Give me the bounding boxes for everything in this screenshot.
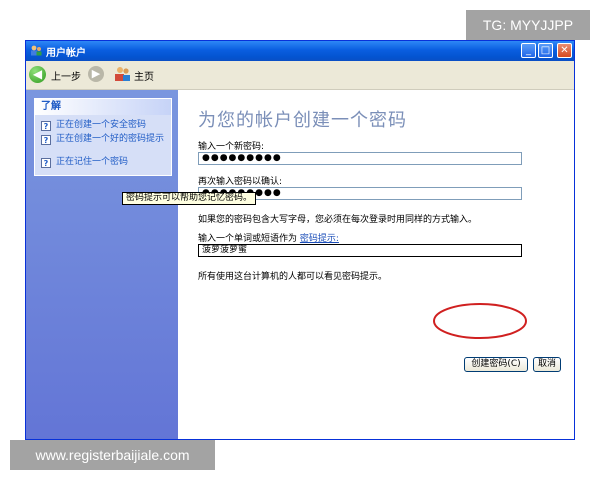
users-app-icon	[31, 45, 42, 56]
help-item-label: 正在创建一个好的密码提示	[56, 134, 165, 144]
forward-arrow-icon[interactable]: ▶	[88, 66, 104, 82]
password-hint-prompt: 输入一个单词或短语作为	[198, 234, 298, 244]
main-content: 为您的帐户创建一个密码 输入一个新密码: ●●●●●●●●● 再次输入密码以确认…	[178, 90, 574, 439]
maximize-button[interactable]: □	[538, 43, 553, 58]
help-item-label: 正在创建一个安全密码	[56, 120, 147, 130]
password-hint-field[interactable]: 菠萝菠萝蜜	[198, 244, 522, 257]
help-icon: ?	[41, 121, 51, 131]
password-hint-tooltip: 密码提示可以帮助您记忆密码。	[122, 192, 257, 205]
navigation-bar: ◀ 上一步 ▶ 主页	[26, 61, 574, 90]
minimize-button[interactable]: _	[521, 43, 536, 58]
password-hint-link[interactable]: 密码提示:	[300, 234, 339, 244]
learn-about-panel: 了解 ? 正在创建一个安全密码 ? 正在创建一个好的密码提示 ? 正在记住一个密…	[34, 98, 172, 176]
cancel-button[interactable]: 取消	[533, 357, 561, 372]
learn-about-title: 了解	[35, 99, 171, 115]
watermark: www.registerbaijiale.com	[10, 440, 215, 470]
confirm-password-label: 再次输入密码以确认:	[198, 177, 283, 187]
sidebar: 了解 ? 正在创建一个安全密码 ? 正在创建一个好的密码提示 ? 正在记住一个密…	[26, 90, 178, 439]
case-sensitivity-note: 如果您的密码包含大写字母，您必须在每次登录时用同样的方式输入。	[198, 215, 478, 225]
password-hint-label: 输入一个单词或短语作为 密码提示:	[198, 231, 339, 244]
back-label: 上一步	[51, 72, 81, 83]
title-bar: 用户帐户 _ □ ✕	[26, 41, 574, 61]
close-button[interactable]: ✕	[557, 43, 572, 58]
help-icon: ?	[41, 158, 51, 168]
window-title: 用户帐户	[46, 48, 86, 59]
create-password-button[interactable]: 创建密码(C)	[464, 357, 528, 372]
new-password-label: 输入一个新密码:	[198, 142, 265, 152]
help-icon: ?	[41, 135, 51, 145]
tg-badge: TG: MYYJJPP	[466, 10, 590, 40]
help-item-label: 正在记住一个密码	[56, 157, 129, 167]
new-password-field[interactable]: ●●●●●●●●●	[198, 152, 522, 165]
page-title: 为您的帐户创建一个密码	[198, 110, 407, 131]
home-label: 主页	[134, 72, 154, 83]
users-home-icon	[115, 67, 130, 81]
user-accounts-window: 用户帐户 _ □ ✕ ◀ 上一步 ▶ 主页 了解 ? 正在创建一个安全密码 ?	[25, 40, 575, 440]
hint-visibility-note: 所有使用这台计算机的人都可以看见密码提示。	[198, 272, 388, 282]
back-arrow-icon: ◀	[29, 66, 46, 83]
